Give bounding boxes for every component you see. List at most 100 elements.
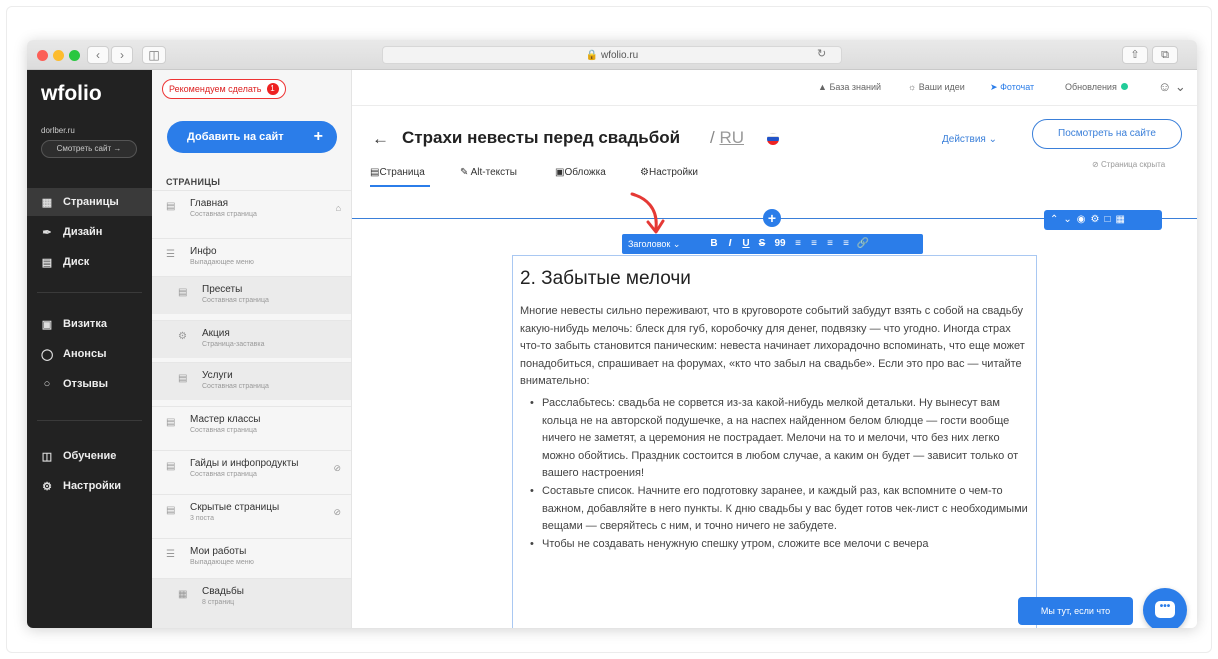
block-paragraph[interactable]: Многие невесты сильно переживают, что в … [520, 303, 1029, 391]
page-item-hidden-pages[interactable]: ▤ Скрытые страницы 3 поста ⊘ [152, 494, 351, 532]
page-icon: ▤ [166, 417, 176, 428]
page-title: Гайды и инфопродукты [190, 458, 299, 469]
tab-settings[interactable]: ⚙Настройки [640, 167, 698, 178]
align-left-button[interactable]: ≡ [792, 234, 804, 254]
sidebar-item-settings[interactable]: ⚙ Настройки [27, 472, 152, 500]
strikethrough-button[interactable]: S [756, 234, 768, 254]
add-block-button[interactable]: + [763, 209, 781, 227]
page-item-presets[interactable]: ▤ Пресеты Составная страница [152, 276, 351, 314]
recommend-button[interactable]: Рекомендуем сделать 1 [162, 79, 286, 99]
ideas-label: Ваши идеи [918, 82, 965, 92]
chat-label[interactable]: Мы тут, если что [1018, 597, 1133, 625]
sidebar-item-reviews[interactable]: ○ Отзывы [27, 370, 152, 398]
sidebar-item-announcements[interactable]: ◯ Анонсы [27, 340, 152, 368]
sidebar-item-label: Анонсы [63, 348, 107, 360]
italic-button[interactable]: I [724, 234, 736, 254]
sidebar-item-learning[interactable]: ◫ Обучение [27, 442, 152, 470]
folder-icon: ▤ [166, 505, 176, 516]
tab-cover[interactable]: ▣Обложка [555, 167, 606, 178]
page-icon: ▤ [166, 461, 176, 472]
page-icon: ▤ [166, 201, 176, 212]
ideas-link[interactable]: ☼ Ваши идеи [908, 82, 965, 92]
page-title: Мастер классы [190, 414, 261, 425]
list-item[interactable]: Расслабьтесь: свадьба не сорвется из-за … [520, 395, 1029, 483]
knowledge-base-label: База знаний [829, 82, 882, 92]
edit-image-icon: ✎ [460, 167, 469, 178]
page-item-home[interactable]: ▤ Главная Составная страница ⌂ [152, 190, 351, 228]
page-item-weddings[interactable]: ▦ Свадьбы 8 страниц [152, 578, 351, 628]
hidden-eye-icon: ⊘ [333, 463, 341, 473]
list-item[interactable]: Чтобы не создавать ненужную спешку утром… [520, 536, 1029, 554]
knowledge-base-link[interactable]: ▲ База знаний [818, 82, 881, 92]
bold-button[interactable]: B [708, 234, 720, 254]
url-bar[interactable]: 🔒 wfolio.ru [382, 46, 842, 64]
hidden-eye-icon: ⊘ [333, 507, 341, 517]
back-arrow-icon[interactable]: ← [372, 129, 389, 149]
heading-select[interactable]: Заголовок ⌄ [622, 234, 708, 254]
page-item-masterclasses[interactable]: ▤ Мастер классы Составная страница [152, 406, 351, 444]
account-icon[interactable]: ☺ ⌄ [1158, 79, 1186, 95]
app: wfolio dorlber.ru Смотреть сайт → ▦ Стран… [27, 70, 1197, 628]
url-text: wfolio.ru [600, 50, 639, 61]
chevron-down-icon: ⌄ [988, 134, 997, 145]
sidebar-toggle-icon[interactable]: ◫ [142, 46, 166, 64]
reload-icon[interactable]: ↻ [817, 47, 826, 60]
book-icon: ◫ [41, 450, 53, 463]
brush-icon: ✒ [42, 226, 52, 239]
heading-select-label: Заголовок [628, 239, 671, 249]
browser-toolbar: ‹ › ◫ 🔒 wfolio.ru ↻ ⇧ ⧉ [27, 40, 1197, 70]
sidebar-item-pages[interactable]: ▦ Страницы [27, 188, 152, 216]
sidebar-item-label: Страницы [63, 196, 119, 208]
text-block-editor[interactable]: 2. Забытые мелочи Многие невесты сильно … [512, 255, 1037, 628]
page-title: Страхи невесты перед свадьбой [402, 128, 681, 147]
tab-alt-texts[interactable]: ✎ Alt-тексты [460, 167, 517, 178]
align-justify-button[interactable]: ≡ [840, 234, 852, 254]
card-icon: ▣ [41, 318, 53, 331]
page-subtitle: Составная страница [202, 297, 269, 304]
block-heading[interactable]: 2. Забытые мелочи [520, 268, 1029, 290]
chat-button[interactable]: ••• [1143, 588, 1187, 628]
link-button[interactable]: 🔗 [856, 234, 870, 254]
page-item-services[interactable]: ▤ Услуги Составная страница [152, 362, 351, 400]
align-center-button[interactable]: ≡ [808, 234, 820, 254]
language-switch[interactable]: / RU [710, 128, 744, 148]
zoom-window-button[interactable] [69, 50, 80, 61]
tab-label: Настройки [648, 167, 699, 178]
tabs-overview-icon[interactable]: ⧉ [1152, 46, 1178, 64]
site-domain: dorlber.ru [41, 126, 75, 135]
view-on-site-button[interactable]: Посмотреть на сайте [1032, 119, 1182, 149]
quote-button[interactable]: 99 [772, 234, 788, 254]
forward-nav-button[interactable]: › [111, 46, 133, 64]
underline-button[interactable]: U [740, 234, 752, 254]
logo[interactable]: wfolio [41, 82, 102, 106]
page-item-promo[interactable]: ⚙ Акция Страница-заставка [152, 320, 351, 358]
add-to-site-button[interactable]: Добавить на сайт + [167, 121, 337, 153]
sidebar-item-card[interactable]: ▣ Визитка [27, 310, 152, 338]
disk-icon: ▤ [41, 256, 53, 269]
share-icon[interactable]: ⇧ [1122, 46, 1148, 64]
page-subtitle: Выпадающее меню [190, 559, 254, 566]
view-site-button[interactable]: Смотреть сайт → [41, 140, 137, 158]
actions-dropdown[interactable]: Действия ⌄ [942, 134, 997, 145]
back-nav-button[interactable]: ‹ [87, 46, 109, 64]
page-item-guides[interactable]: ▤ Гайды и инфопродукты Составная страница ⊘ [152, 450, 351, 488]
minimize-window-button[interactable] [53, 50, 64, 61]
page-item-info[interactable]: ☰ Инфо Выпадающее меню [152, 238, 351, 276]
tab-page[interactable]: ▤Страница [370, 167, 425, 178]
page-item-my-works[interactable]: ☰ Мои работы Выпадающее меню [152, 538, 351, 576]
page-title: Пресеты [202, 284, 243, 295]
page-title: Мои работы [190, 546, 247, 557]
photochat-link[interactable]: ➤ Фоточат [990, 82, 1034, 93]
sidebar-item-design[interactable]: ✒ Дизайн [27, 218, 152, 246]
sidebar-item-label: Диск [63, 256, 90, 268]
page-title: Свадьбы [202, 586, 244, 597]
updates-link[interactable]: Обновления [1065, 82, 1128, 92]
page-title: Услуги [202, 370, 233, 381]
align-right-button[interactable]: ≡ [824, 234, 836, 254]
close-window-button[interactable] [37, 50, 48, 61]
recommend-count-badge: 1 [266, 83, 279, 95]
block-tools[interactable]: ⌃⌄◉⚙□▦ [1044, 210, 1162, 230]
sidebar-item-disk[interactable]: ▤ Диск [27, 248, 152, 276]
editor-area: ▲ База знаний ☼ Ваши идеи ➤ Фоточат Обно… [352, 70, 1197, 628]
list-item[interactable]: Составьте список. Начните его подготовку… [520, 483, 1029, 536]
